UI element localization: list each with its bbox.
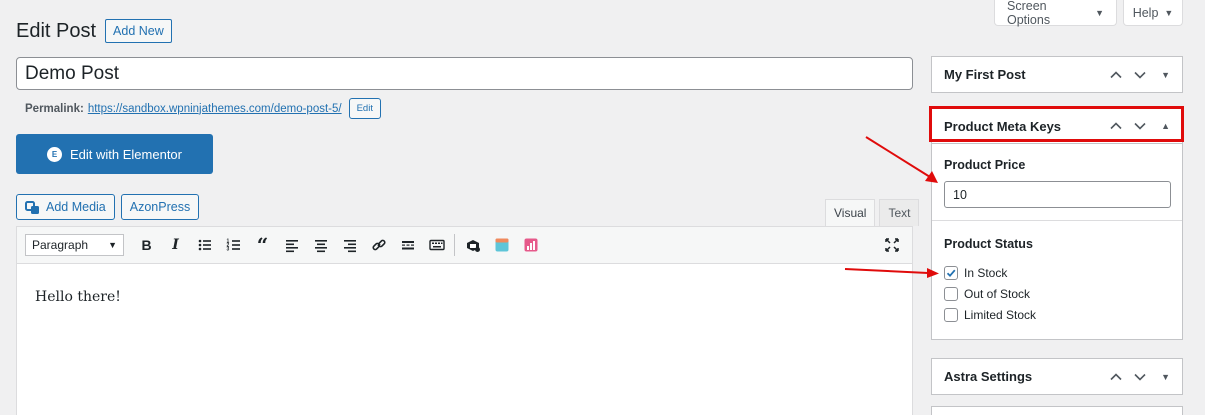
chevron-down-icon: ▼ bbox=[108, 240, 117, 250]
move-up-icon[interactable] bbox=[1109, 68, 1123, 82]
checkbox[interactable] bbox=[944, 286, 958, 301]
permalink: Permalink: https://sandbox.wpninjathemes… bbox=[25, 98, 381, 119]
blockquote-icon[interactable]: “ bbox=[248, 231, 277, 260]
checkmark-icon bbox=[946, 269, 956, 277]
checkbox-checked[interactable] bbox=[944, 265, 958, 280]
add-new-button[interactable]: Add New bbox=[105, 19, 172, 43]
post-editor: Paragraph ▼ B I 123 “ Hello there! bbox=[16, 226, 913, 415]
format-select[interactable]: Paragraph ▼ bbox=[25, 234, 124, 256]
status-option-label: Out of Stock bbox=[964, 286, 1031, 301]
postbox-actions: ▲ bbox=[1109, 119, 1170, 133]
add-media-label: Add Media bbox=[46, 200, 106, 214]
move-up-icon[interactable] bbox=[1109, 370, 1123, 384]
product-box-icon[interactable] bbox=[458, 231, 487, 260]
move-down-icon[interactable] bbox=[1133, 370, 1147, 384]
product-status-label: Product Status bbox=[944, 237, 1033, 251]
annotation-arrow-icon bbox=[865, 136, 938, 183]
postbox-title: Product Meta Keys bbox=[944, 118, 1062, 134]
link-icon[interactable] bbox=[364, 231, 393, 260]
caret-down-icon: ▼ bbox=[1164, 7, 1174, 18]
editor-paragraph: Hello there! bbox=[35, 289, 121, 305]
help-label: Help bbox=[1132, 5, 1159, 20]
table-block-icon[interactable] bbox=[487, 231, 516, 260]
caret-down-icon: ▼ bbox=[1095, 7, 1104, 18]
postbox-actions: ▼ bbox=[1109, 68, 1170, 82]
astra-settings-box: Astra Settings ▼ bbox=[931, 358, 1183, 395]
postbox-actions: ▼ bbox=[1109, 370, 1170, 384]
azonpress-label: AzonPress bbox=[129, 200, 191, 214]
toggle-panel-icon[interactable]: ▲ bbox=[1161, 121, 1170, 131]
tab-text[interactable]: Text bbox=[879, 199, 920, 226]
elementor-icon: E bbox=[47, 146, 62, 162]
page-title: Edit Post bbox=[16, 19, 97, 42]
my-first-post-box: My First Post ▼ bbox=[931, 56, 1183, 93]
media-buttons: Add Media AzonPress bbox=[16, 194, 200, 220]
product-price-input[interactable]: 10 bbox=[944, 181, 1171, 208]
move-down-icon[interactable] bbox=[1133, 68, 1147, 82]
status-option-label: Limited Stock bbox=[964, 307, 1037, 322]
meta-divider bbox=[932, 220, 1182, 221]
toolbar-toggle-icon[interactable] bbox=[422, 231, 451, 260]
permalink-label: Permalink: bbox=[25, 102, 84, 115]
status-option-label: In Stock bbox=[964, 265, 1008, 280]
format-select-value: Paragraph bbox=[32, 238, 89, 252]
product-meta-keys-box: Product Meta Keys ▲ Product Price 10 Pro… bbox=[931, 108, 1183, 340]
edit-with-elementor-button[interactable]: E Edit with Elementor bbox=[16, 134, 213, 174]
permalink-link[interactable]: https://sandbox.wpninjathemes.com/demo-p… bbox=[88, 103, 342, 115]
toggle-panel-icon[interactable]: ▼ bbox=[1161, 372, 1170, 382]
add-media-button[interactable]: Add Media bbox=[16, 194, 115, 220]
postbox-header: Astra Settings ▼ bbox=[932, 359, 1182, 394]
editor-content[interactable]: Hello there! bbox=[17, 264, 912, 330]
status-option-in-stock[interactable]: In Stock bbox=[944, 262, 1170, 283]
move-up-icon[interactable] bbox=[1109, 119, 1123, 133]
toggle-panel-icon[interactable]: ▼ bbox=[1161, 70, 1170, 80]
postbox-title: My First Post bbox=[944, 67, 1026, 82]
editor-toolbar: Paragraph ▼ B I 123 “ bbox=[17, 227, 912, 264]
media-icon bbox=[25, 200, 40, 214]
svg-text:3: 3 bbox=[226, 247, 229, 253]
italic-icon[interactable]: I bbox=[161, 231, 190, 260]
next-postbox bbox=[931, 406, 1183, 415]
screen-meta-links: Screen Options ▼ Help ▼ bbox=[994, 0, 1183, 27]
postbox-header: My First Post ▼ bbox=[932, 57, 1182, 92]
elementor-label: Edit with Elementor bbox=[70, 146, 182, 162]
bullet-list-icon[interactable] bbox=[190, 231, 219, 260]
page-header: Edit Post Add New bbox=[16, 19, 172, 43]
product-status-options: In Stock Out of Stock Limited Stock bbox=[944, 262, 1170, 325]
fullscreen-icon[interactable] bbox=[877, 231, 906, 260]
status-option-limited-stock[interactable]: Limited Stock bbox=[944, 304, 1170, 325]
chart-block-icon[interactable] bbox=[516, 231, 545, 260]
status-option-out-of-stock[interactable]: Out of Stock bbox=[944, 283, 1170, 304]
post-title-input[interactable]: Demo Post bbox=[16, 57, 913, 90]
meta-box-body: Product Price 10 Product Status In Stock… bbox=[932, 158, 1182, 325]
numbered-list-icon[interactable]: 123 bbox=[219, 231, 248, 260]
align-right-icon[interactable] bbox=[335, 231, 364, 260]
align-center-icon[interactable] bbox=[306, 231, 335, 260]
read-more-icon[interactable] bbox=[393, 231, 422, 260]
help-button[interactable]: Help ▼ bbox=[1123, 0, 1183, 26]
editor-tabs: Visual Text bbox=[825, 199, 920, 226]
postbox-header: Product Meta Keys ▲ bbox=[932, 109, 1182, 144]
tab-visual[interactable]: Visual bbox=[825, 199, 876, 226]
move-down-icon[interactable] bbox=[1133, 119, 1147, 133]
bold-icon[interactable]: B bbox=[132, 231, 161, 260]
checkbox[interactable] bbox=[944, 307, 958, 322]
azonpress-button[interactable]: AzonPress bbox=[120, 194, 200, 220]
screen-options-label: Screen Options bbox=[1007, 0, 1051, 27]
screen-options-button[interactable]: Screen Options ▼ bbox=[994, 0, 1117, 27]
permalink-edit-button[interactable]: Edit bbox=[348, 98, 381, 119]
product-price-label: Product Price bbox=[944, 158, 1026, 172]
align-left-icon[interactable] bbox=[277, 231, 306, 260]
postbox-title: Astra Settings bbox=[944, 369, 1033, 384]
toolbar-divider bbox=[454, 234, 455, 256]
